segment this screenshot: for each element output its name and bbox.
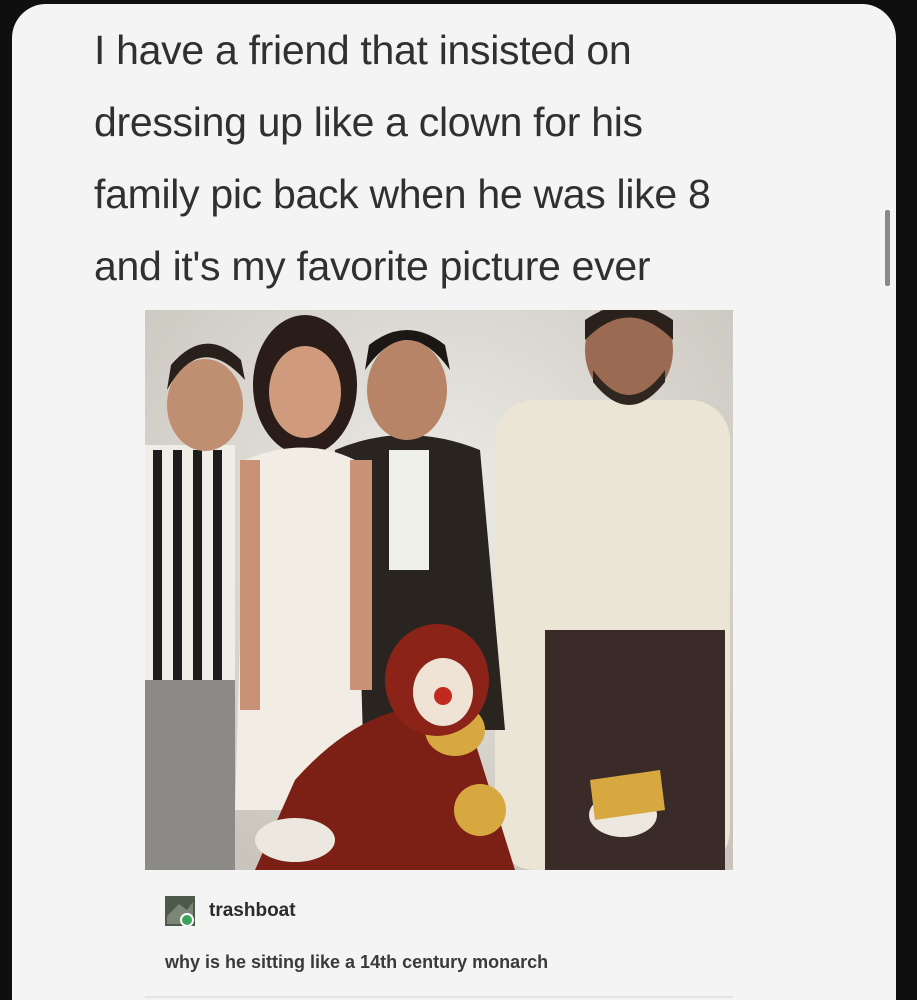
post-text: I have a friend that insisted on dressin… [94, 27, 711, 289]
family-photo [145, 310, 733, 870]
trashboat-avatar-icon[interactable] [165, 896, 195, 927]
reply-text: why is he sitting like a 14th century mo… [165, 952, 549, 972]
reblog-reply: trashboat why is he sitting like a 14th … [165, 892, 785, 992]
reply-username[interactable]: trashboat [209, 900, 296, 922]
divider [145, 996, 733, 998]
scrollbar[interactable] [885, 210, 890, 286]
post-card: I have a friend that insisted on dressin… [12, 4, 896, 1000]
screenshot-frame: I have a friend that insisted on dressin… [0, 0, 917, 1000]
